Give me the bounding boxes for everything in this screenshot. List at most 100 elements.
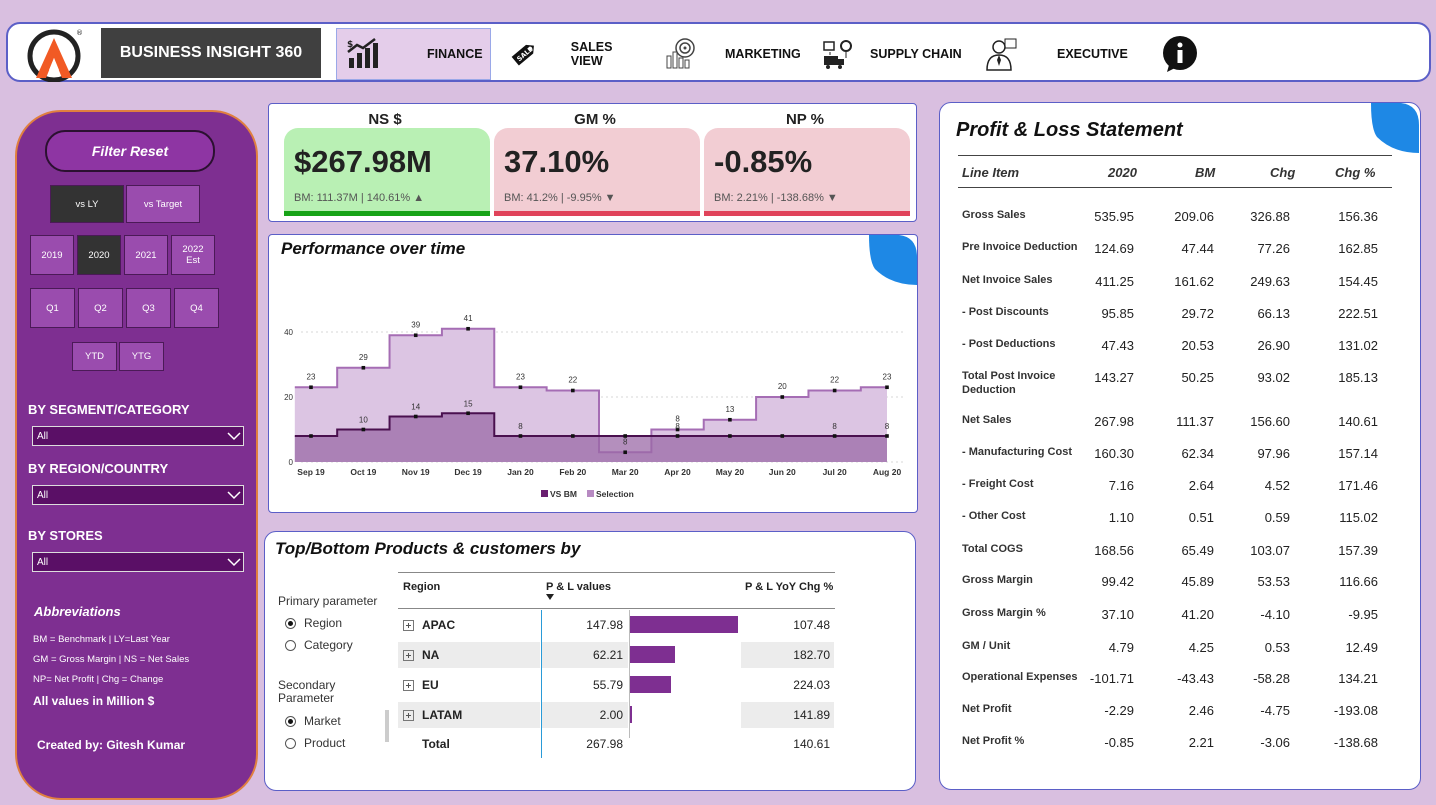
pl-value-chg: -4.10 [1260, 607, 1290, 622]
pl-line-item: Operational Expenses [962, 671, 1078, 683]
segment-dropdown[interactable]: All [32, 426, 244, 446]
pl-value-chg: -58.28 [1253, 671, 1290, 686]
table-row-name[interactable]: LATAM [422, 708, 462, 722]
kpi-value: $267.98M [294, 144, 432, 179]
region-dropdown[interactable]: All [32, 485, 244, 505]
pl-value-chg: 93.02 [1257, 370, 1290, 385]
svg-text:®: ® [76, 29, 83, 37]
quarter-q2-button[interactable]: Q2 [78, 288, 123, 328]
selection-data-label: 22 [830, 376, 839, 385]
primary-option-region[interactable]: Region [285, 616, 342, 630]
nav-finance[interactable]: $ FINANCE [336, 28, 491, 80]
pl-line-item: Gross Sales [962, 209, 1026, 221]
pl-header-chg-pct[interactable]: Chg % [1335, 165, 1375, 180]
pl-header-2020[interactable]: 2020 [1108, 165, 1137, 180]
primary-option-category[interactable]: Category [285, 638, 353, 652]
table-row-chg: 141.89 [793, 708, 830, 722]
pl-header-chg[interactable]: Chg [1270, 165, 1295, 180]
nav-supply-chain[interactable]: SUPPLY CHAIN [820, 28, 980, 80]
expand-plus-icon[interactable] [403, 620, 414, 631]
atliq-logo-icon: ® [27, 29, 83, 82]
column-header-region[interactable]: Region [403, 581, 440, 593]
year-2020-button[interactable]: 2020 [77, 235, 121, 275]
quarter-q3-button[interactable]: Q3 [126, 288, 171, 328]
pl-value-chg-pct: 140.61 [1338, 414, 1378, 429]
pl-value-bm: 2.64 [1188, 478, 1214, 493]
pl-statement-panel: Profit & Loss Statement Line Item 2020 B… [939, 102, 1421, 790]
pl-value-chg: 97.96 [1257, 446, 1290, 461]
year-2019-button[interactable]: 2019 [30, 235, 74, 275]
performance-chart[interactable]: 020402329394123 2288132022 231014 158 8 8 8Sep… [269, 265, 919, 510]
period-ytd-button[interactable]: YTD [72, 342, 117, 371]
stores-dropdown[interactable]: All [32, 552, 244, 572]
pl-line-item: - Manufacturing Cost [962, 446, 1072, 458]
pl-value-chg: 156.60 [1250, 414, 1290, 429]
expand-plus-icon[interactable] [403, 680, 414, 691]
vs-bm-data-label: 8 [885, 422, 890, 431]
nav-sales-view[interactable]: SALE SALES VIEW [503, 28, 643, 80]
pl-line-item: - Freight Cost [962, 478, 1034, 490]
legend-label-vs-bm: VS BM [550, 489, 577, 499]
primary-parameter-label: Primary parameter [278, 594, 378, 608]
pl-value-bm: 4.25 [1188, 640, 1214, 655]
stores-filter-label: BY STORES [28, 528, 103, 543]
secondary-option-product[interactable]: Product [285, 736, 345, 750]
pl-line-item: Total COGS [962, 543, 1023, 555]
pl-value-chg-pct: -9.95 [1348, 607, 1378, 622]
pl-value-2020: 267.98 [1094, 414, 1134, 429]
table-top-rule [398, 572, 835, 573]
pl-value-chg: -4.75 [1260, 703, 1290, 718]
secondary-option-market[interactable]: Market [285, 714, 341, 728]
year-2022-est-button[interactable]: 2022 Est [171, 235, 215, 275]
nav-executive[interactable]: EXECUTIVE [983, 28, 1133, 80]
year-2021-button[interactable]: 2021 [124, 235, 168, 275]
x-tick-label: Oct 19 [350, 467, 376, 477]
filter-reset-button[interactable]: Filter Reset [45, 130, 215, 172]
kpi-gm-title: GM % [574, 111, 616, 128]
table-row-name[interactable]: APAC [422, 618, 455, 632]
pl-value-bm: 20.53 [1181, 338, 1214, 353]
secondary-parameter-label: Secondary Parameter [278, 678, 336, 705]
expand-plus-icon[interactable] [403, 650, 414, 661]
pl-line-item: - Other Cost [962, 510, 1026, 522]
quarter-q4-button[interactable]: Q4 [174, 288, 219, 328]
radio-selected-icon [285, 617, 296, 629]
selection-point [413, 333, 418, 338]
table-row-name[interactable]: NA [422, 648, 439, 662]
table-row-value: 62.21 [592, 648, 623, 662]
compare-vs-target-button[interactable]: vs Target [126, 185, 200, 223]
table-row-chg: 224.03 [793, 678, 830, 692]
column-header-yoy-chg[interactable]: P & L YoY Chg % [745, 581, 833, 593]
nav-marketing[interactable]: MARKETING [663, 28, 813, 80]
options-scrollbar[interactable] [385, 710, 389, 742]
pl-header-line-item[interactable]: Line Item [962, 165, 1019, 180]
x-tick-label: Nov 19 [402, 467, 430, 477]
pl-header-bm[interactable]: BM [1195, 165, 1215, 180]
top-nav-bar: ® BUSINESS INSIGHT 360 $ FINANCE SALE SA… [6, 22, 1431, 82]
pl-value-chg-pct: 12.49 [1345, 640, 1378, 655]
vs-bm-point [413, 414, 418, 419]
pl-value-chg-pct: -193.08 [1333, 703, 1378, 718]
column-header-pl-values[interactable]: P & L values [546, 581, 611, 593]
pl-value-chg-pct: 115.02 [1339, 510, 1378, 525]
table-row-name[interactable]: EU [422, 678, 439, 692]
pl-value-chg-pct: 154.45 [1338, 274, 1378, 289]
kpi-card-net-profit: -0.85% BM: 2.21% | -138.68% ▼ [704, 128, 910, 216]
primary-option-label: Region [304, 616, 343, 630]
y-tick-label: 0 [289, 458, 294, 467]
info-icon[interactable] [1161, 35, 1199, 73]
period-ytg-button[interactable]: YTG [119, 342, 164, 371]
compare-vs-ly-button[interactable]: vs LY [50, 185, 124, 223]
pl-value-chg: -3.06 [1260, 735, 1290, 750]
vs-bm-point [361, 427, 366, 432]
radio-icon [285, 737, 296, 749]
top-bottom-title: Top/Bottom Products & customers by [275, 539, 581, 558]
executive-icon [986, 38, 1017, 71]
units-note: All values in Million $ [33, 694, 155, 708]
secondary-option-label: Market [304, 714, 341, 728]
expand-plus-icon[interactable] [403, 710, 414, 721]
kpi-card-net-sales: $267.98M BM: 111.37M | 140.61% ▲ [284, 128, 490, 216]
quarter-q1-button[interactable]: Q1 [30, 288, 75, 328]
x-tick-label: Jan 20 [507, 467, 534, 477]
vs-bm-point [780, 434, 785, 438]
